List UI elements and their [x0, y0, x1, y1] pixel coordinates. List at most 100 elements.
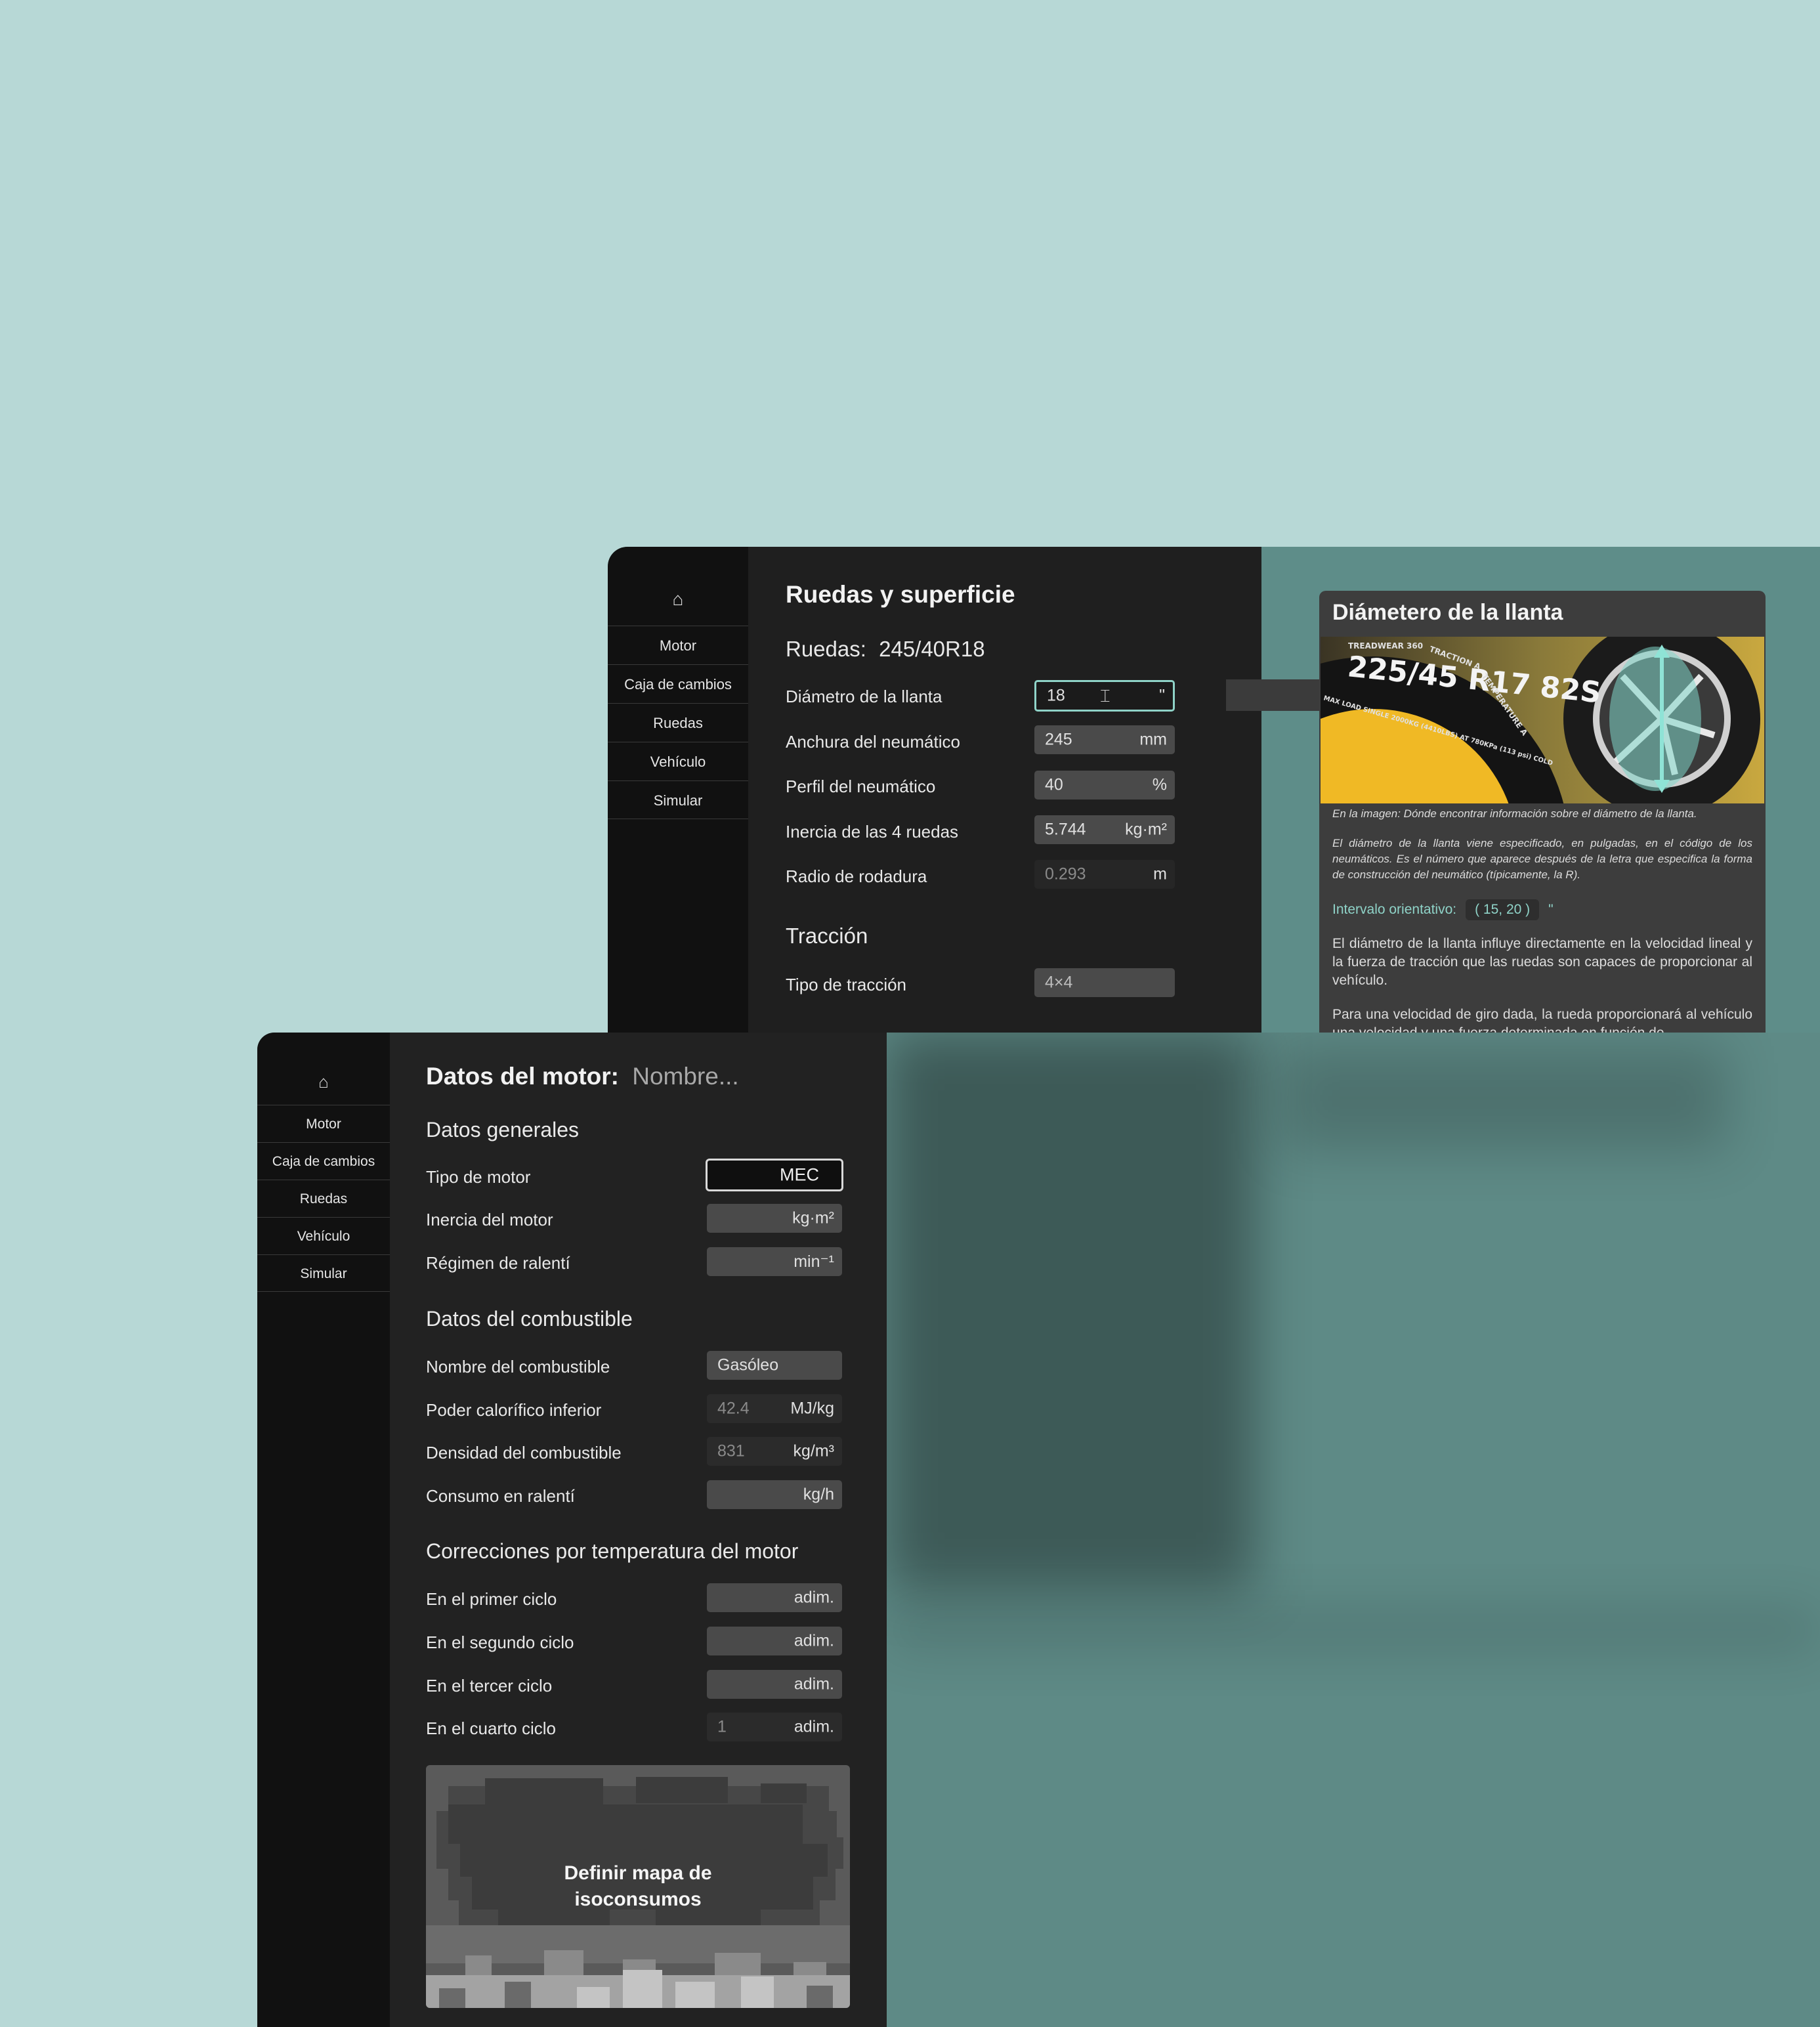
motor-name-input[interactable]: Nombre...: [632, 1063, 738, 1090]
section-title-combustible: Datos del combustible: [426, 1307, 633, 1331]
consumo-ralenti-unit: kg/h: [803, 1485, 834, 1504]
blurred-backdrop-shadow: [887, 1610, 1819, 1650]
diametro-value: 18: [1047, 686, 1065, 705]
info-title: Diámetero de la llanta: [1332, 600, 1563, 625]
ralenti-input[interactable]: min⁻¹: [707, 1247, 842, 1276]
radio-output: 0.293 m: [1034, 860, 1175, 889]
anchura-input[interactable]: 245 mm: [1034, 725, 1175, 754]
field-label-tercer-ciclo: En el tercer ciclo: [426, 1676, 553, 1696]
sidebar-item-simular[interactable]: Simular: [257, 1254, 390, 1292]
treadwear-text: TREADWEAR 360: [1348, 641, 1423, 651]
interval-value: ( 15, 20 ): [1466, 899, 1540, 920]
field-label-consumo-ralenti: Consumo en ralentí: [426, 1486, 575, 1506]
field-label-anchura: Anchura del neumático: [786, 732, 960, 752]
blurred-backdrop: [887, 1033, 1254, 1590]
consumo-ralenti-input[interactable]: kg/h: [707, 1480, 842, 1509]
sidebar-item-caja-de-cambios[interactable]: Caja de cambios: [257, 1142, 390, 1180]
poder-calorifico-unit: MJ/kg: [790, 1399, 834, 1418]
field-label-densidad: Densidad del combustible: [426, 1443, 622, 1462]
tercer-ciclo-input[interactable]: adim.: [707, 1670, 842, 1699]
sidebar-item-ruedas[interactable]: Ruedas: [257, 1180, 390, 1217]
text-cursor-icon: ⌶: [1100, 686, 1111, 706]
home-icon[interactable]: ⌂: [608, 547, 748, 626]
perfil-input[interactable]: 40 %: [1034, 771, 1175, 800]
interval-row: Intervalo orientativo: ( 15, 20 ) ": [1332, 899, 1554, 920]
primer-ciclo-input[interactable]: adim.: [707, 1583, 842, 1612]
section-title-traccion: Tracción: [786, 924, 868, 948]
traccion-value: 4×4: [1045, 973, 1073, 992]
info-panel: Diámetero de la llanta 225/45 R17 82S TR…: [1319, 591, 1766, 1033]
sidebar-item-simular[interactable]: Simular: [608, 780, 748, 819]
segundo-ciclo-input[interactable]: adim.: [707, 1627, 842, 1655]
diametro-input[interactable]: 18 ⌶ ": [1034, 680, 1175, 712]
poder-calorifico-output: 42.4 MJ/kg: [707, 1394, 842, 1423]
sidebar: ⌂ Motor Caja de cambios Ruedas Vehículo …: [257, 1033, 390, 2027]
combustible-value: Gasóleo: [717, 1355, 779, 1375]
inercia-value: 5.744: [1045, 820, 1086, 839]
interval-unit: ": [1548, 902, 1554, 917]
ralenti-unit: min⁻¹: [794, 1252, 834, 1271]
ruedas-label: Ruedas:: [786, 637, 866, 661]
home-icon[interactable]: ⌂: [257, 1033, 390, 1105]
radio-value: 0.293: [1045, 864, 1086, 884]
info-paragraph-2: Para una velocidad de giro dada, la rued…: [1332, 1007, 1752, 1033]
info-paragraph-1: El diámetro de la llanta influye directa…: [1332, 936, 1752, 988]
page-title: Ruedas y superficie: [786, 581, 1015, 608]
perfil-unit: %: [1152, 775, 1167, 794]
anchura-value: 245: [1045, 730, 1072, 749]
densidad-value: 831: [717, 1441, 745, 1461]
motor-form: Datos del motor: Nombre... Datos general…: [390, 1033, 887, 2027]
field-label-inercia: Inercia de las 4 ruedas: [786, 822, 959, 842]
tooltip-connector: [1226, 679, 1330, 711]
field-label-traccion: Tipo de tracción: [786, 975, 907, 994]
field-label-segundo-ciclo: En el segundo ciclo: [426, 1632, 574, 1652]
isoconsumos-map-button[interactable]: Definir mapa de isoconsumos: [426, 1765, 850, 2008]
field-label-perfil: Perfil del neumático: [786, 777, 936, 796]
field-label-ralenti: Régimen de ralentí: [426, 1253, 570, 1273]
inercia-input[interactable]: 5.744 kg·m²: [1034, 815, 1175, 844]
segundo-ciclo-unit: adim.: [794, 1631, 834, 1650]
traccion-select[interactable]: 4×4: [1034, 968, 1175, 997]
interval-label: Intervalo orientativo:: [1332, 902, 1457, 917]
radio-unit: m: [1153, 864, 1167, 884]
cuarto-ciclo-value: 1: [717, 1717, 727, 1736]
cuarto-ciclo-output: 1 adim.: [707, 1713, 842, 1741]
tire-illustration: 225/45 R17 82S TREADWEAR 360 TRACTION A …: [1321, 637, 1764, 803]
info-description: El diámetro de la llanta viene especific…: [1332, 837, 1752, 881]
field-label-radio: Radio de rodadura: [786, 866, 927, 886]
densidad-unit: kg/m³: [793, 1441, 835, 1461]
sidebar-item-motor[interactable]: Motor: [608, 626, 748, 664]
primer-ciclo-unit: adim.: [794, 1588, 834, 1607]
sidebar: ⌂ Motor Caja de cambios Ruedas Vehículo …: [608, 547, 748, 1033]
field-label-tipo-motor: Tipo de motor: [426, 1167, 531, 1187]
perfil-value: 40: [1045, 775, 1063, 794]
sidebar-item-vehiculo[interactable]: Vehículo: [257, 1217, 390, 1254]
page-title: Datos del motor: Nombre...: [426, 1063, 739, 1090]
diametro-unit: ": [1159, 686, 1165, 705]
ruedas-summary: Ruedas: 245/40R18: [786, 637, 985, 662]
combustible-select[interactable]: Gasóleo: [707, 1351, 842, 1380]
field-label-poder-calorifico: Poder calorífico inferior: [426, 1400, 602, 1420]
field-label-primer-ciclo: En el primer ciclo: [426, 1589, 557, 1609]
blurred-backdrop-panel: [1281, 1046, 1727, 1151]
image-caption: En la imagen: Dónde encontrar informació…: [1332, 807, 1697, 820]
field-label-nombre-combustible: Nombre del combustible: [426, 1357, 610, 1376]
densidad-output: 831 kg/m³: [707, 1437, 842, 1466]
section-title-correcciones: Correcciones por temperatura del motor: [426, 1539, 799, 1563]
anchura-unit: mm: [1139, 730, 1167, 749]
motor-window: ⌂ Motor Caja de cambios Ruedas Vehículo …: [257, 1033, 1820, 2027]
inercia-motor-unit: kg·m²: [792, 1208, 834, 1227]
cuarto-ciclo-unit: adim.: [794, 1717, 834, 1736]
ruedas-value: 245/40R18: [879, 637, 985, 661]
sidebar-item-ruedas[interactable]: Ruedas: [608, 703, 748, 742]
poder-calorifico-value: 42.4: [717, 1399, 750, 1418]
sidebar-item-vehiculo[interactable]: Vehículo: [608, 742, 748, 780]
sidebar-item-caja-de-cambios[interactable]: Caja de cambios: [608, 664, 748, 703]
inercia-unit: kg·m²: [1125, 820, 1167, 839]
field-label-diametro: Diámetro de la llanta: [786, 687, 942, 706]
field-label-inercia-motor: Inercia del motor: [426, 1210, 553, 1229]
tipo-motor-select[interactable]: MEC: [706, 1159, 843, 1191]
section-title-generales: Datos generales: [426, 1118, 580, 1142]
sidebar-item-motor[interactable]: Motor: [257, 1105, 390, 1142]
inercia-motor-input[interactable]: kg·m²: [707, 1204, 842, 1233]
